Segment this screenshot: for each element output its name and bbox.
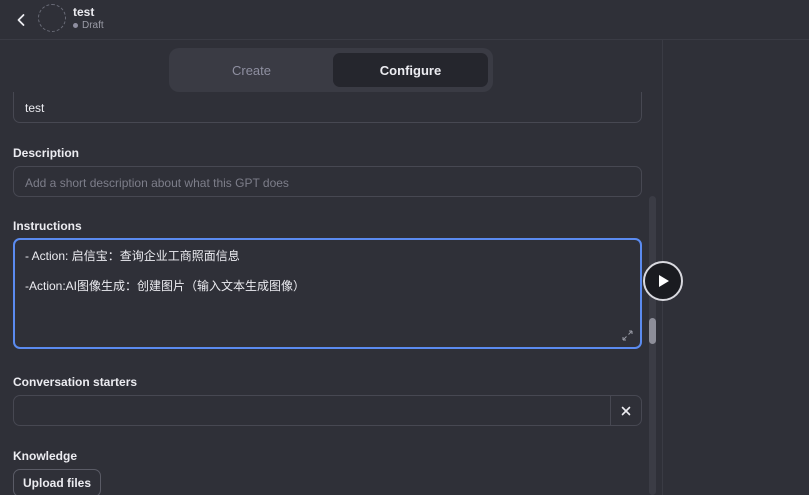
gpt-name: test bbox=[73, 5, 95, 19]
chevron-left-icon bbox=[17, 14, 25, 26]
conversation-starter-input[interactable] bbox=[14, 396, 610, 425]
resize-handle-icon[interactable] bbox=[622, 330, 633, 341]
instructions-line bbox=[25, 264, 630, 279]
play-icon bbox=[659, 275, 669, 287]
instructions-line: - Action: 启信宝：查询企业工商照面信息 bbox=[25, 249, 240, 263]
mode-tabs: Create Configure bbox=[169, 48, 493, 92]
close-icon bbox=[621, 406, 631, 415]
scrollbar-thumb[interactable] bbox=[649, 318, 656, 344]
instructions-textarea[interactable]: - Action: 启信宝：查询企业工商照面信息 -Action:AI图像生成：… bbox=[13, 238, 642, 349]
tab-create[interactable]: Create bbox=[174, 53, 329, 87]
status-dot-icon bbox=[73, 23, 78, 28]
description-input[interactable]: Add a short description about what this … bbox=[13, 166, 642, 197]
status-text: Draft bbox=[82, 20, 104, 31]
upload-files-button[interactable]: Upload files bbox=[13, 469, 101, 495]
back-button[interactable] bbox=[10, 9, 32, 31]
name-input[interactable]: test bbox=[13, 92, 642, 123]
tab-configure[interactable]: Configure bbox=[333, 53, 488, 87]
gpt-builder: test Draft Create Configure test Descrip… bbox=[0, 0, 809, 495]
play-button[interactable] bbox=[643, 261, 683, 301]
starter-clear-button[interactable] bbox=[610, 396, 641, 425]
description-label: Description bbox=[13, 146, 80, 160]
status-badge: Draft bbox=[73, 19, 104, 32]
gpt-avatar-placeholder[interactable] bbox=[38, 4, 66, 32]
gpt-title-block: test Draft bbox=[73, 5, 104, 32]
knowledge-label: Knowledge bbox=[13, 449, 78, 463]
header: test Draft bbox=[0, 0, 809, 40]
instructions-label: Instructions bbox=[13, 219, 82, 233]
conversation-starters-label: Conversation starters bbox=[13, 375, 138, 389]
instructions-line: -Action:AI图像生成：创建图片（输入文本生成图像） bbox=[25, 279, 306, 293]
conversation-starter-row bbox=[13, 395, 642, 426]
scrollbar[interactable] bbox=[649, 196, 656, 495]
